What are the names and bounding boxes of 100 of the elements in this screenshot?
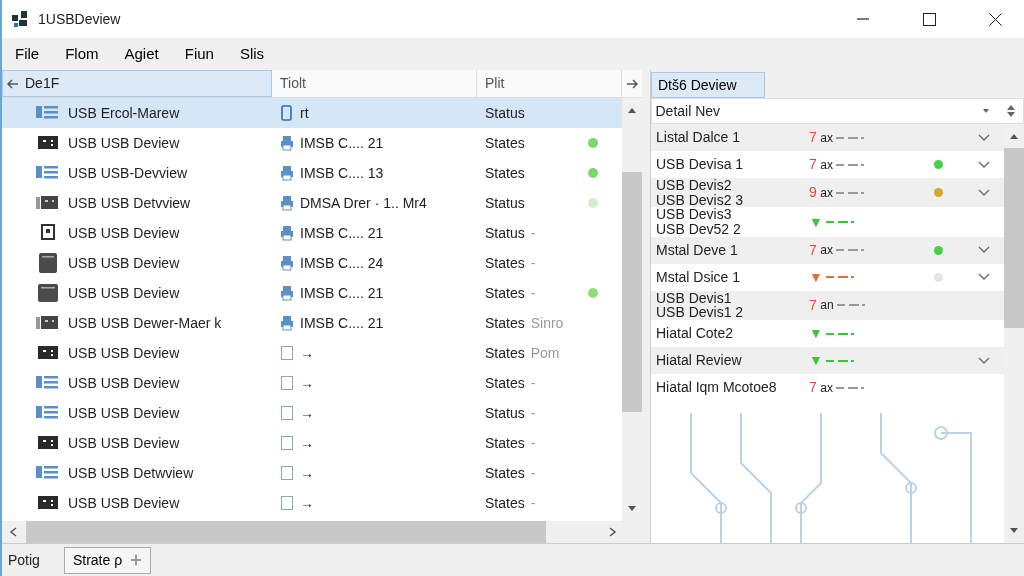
- device-row[interactable]: USB USB Deview IMSB C.... 21 States -: [2, 278, 622, 308]
- printer-icon: [280, 315, 294, 331]
- checkbox-icon: [280, 435, 294, 451]
- checkbox-icon: [280, 405, 294, 421]
- app-icon: [10, 9, 30, 29]
- menu-item[interactable]: Slis: [226, 38, 278, 70]
- device-row[interactable]: USB USB Deview → States Pom: [2, 338, 622, 368]
- trend-drawing: [826, 219, 855, 226]
- menu-item[interactable]: Flom: [52, 38, 112, 70]
- device-row[interactable]: USB USB-Devview IMSB C.... 13 States: [2, 158, 622, 188]
- trend-drawing: [836, 384, 865, 391]
- value-unit: ax: [820, 156, 833, 174]
- status-detail: -: [530, 373, 536, 393]
- detail-row[interactable]: Hiatal Cote2 ▼: [651, 320, 1004, 348]
- column-header[interactable]: De1F: [2, 70, 272, 97]
- device-name: USB USB Dewer-Maer k: [68, 313, 222, 333]
- device-status: States: [485, 343, 525, 363]
- device-row[interactable]: USB USB Detvview DMSA Drer · 1.. Mr4 Status: [2, 188, 622, 218]
- value-mark: 7: [809, 378, 817, 398]
- status-detail: Pom: [530, 343, 560, 363]
- menu-item[interactable]: Agiet: [111, 38, 172, 70]
- trend-drawing: [836, 161, 865, 168]
- device-type: →: [300, 343, 314, 363]
- device-type: →: [300, 493, 314, 513]
- device-status: Status: [485, 403, 525, 423]
- value-mark: ▼: [809, 267, 823, 287]
- detail-name: USB Devis3 USB Dev52 2: [655, 207, 742, 237]
- trend-drawing: [836, 247, 865, 254]
- printer-icon: [280, 165, 294, 181]
- checkbox-icon: [280, 345, 294, 361]
- trend-drawing: [826, 274, 855, 281]
- status-detail: -: [530, 253, 536, 273]
- detail-name: Listal Dalce 1: [655, 130, 742, 145]
- status-text: Potig: [8, 550, 40, 570]
- device-row[interactable]: USB USB Detwview → States -: [2, 458, 622, 488]
- maximize-icon: [922, 12, 936, 26]
- value-mark: 7: [809, 295, 817, 315]
- device-row[interactable]: USB USB Deview → States -: [2, 488, 622, 518]
- chevron-down-icon[interactable]: [978, 246, 990, 255]
- printer-icon: [280, 135, 294, 151]
- status-detail: -: [530, 493, 536, 513]
- device-row[interactable]: USB USB Deview → Status -: [2, 398, 622, 428]
- device-row[interactable]: USB Ercol-Marew rt Status: [2, 98, 622, 128]
- device-name: USB USB Deview: [68, 343, 180, 363]
- device-type: rt: [300, 103, 309, 123]
- checkbox-icon: [280, 495, 294, 511]
- printer-icon: [280, 225, 294, 241]
- panel-tab[interactable]: Dtš6 Deview: [651, 72, 765, 98]
- device-row[interactable]: USB USB Deview → States -: [2, 368, 622, 398]
- detail-row[interactable]: USB Devis1 USB Devis1 2 7 an: [651, 290, 1004, 321]
- device-status: States: [485, 493, 525, 513]
- value-unit: ax: [820, 129, 833, 147]
- detail-name: Hiatal Cote2: [655, 326, 735, 341]
- view-dropdown[interactable]: Detail Nev: [651, 98, 1024, 124]
- scrollbar-thumb[interactable]: [622, 172, 642, 412]
- device-status: Status: [485, 223, 525, 243]
- checkbox-icon: [280, 465, 294, 481]
- device-status: States: [485, 163, 525, 183]
- column-header[interactable]: Plit: [477, 70, 622, 97]
- trend-drawing: [836, 189, 865, 196]
- device-row[interactable]: USB USB Deview IMSB C.... 24 States -: [2, 248, 622, 278]
- device-status: States: [485, 463, 525, 483]
- device-row[interactable]: USB USB Deview IMSB C.... 21 States: [2, 128, 622, 158]
- device-type: IMSB C.... 21: [300, 223, 384, 243]
- value-unit: an: [820, 297, 834, 315]
- device-name: USB USB-Devview: [68, 163, 188, 183]
- status-button[interactable]: Strate ρ: [63, 546, 152, 574]
- value-mark: 7: [809, 240, 817, 260]
- chevron-down-icon[interactable]: [978, 273, 990, 282]
- device-name: USB USB Deview: [68, 283, 180, 303]
- device-type: →: [300, 403, 314, 423]
- value-mark: 7: [809, 128, 817, 147]
- status-detail: -: [530, 283, 536, 303]
- chevron-down-icon[interactable]: [978, 356, 990, 365]
- phone-icon: [280, 105, 294, 121]
- menu-item[interactable]: File: [2, 38, 53, 70]
- device-row[interactable]: USB USB Deview → States -: [2, 428, 622, 458]
- device-type: IMSB C.... 21: [300, 133, 384, 153]
- value-mark: 9: [809, 183, 817, 203]
- detail-name: USB Devis1 USB Devis1 2: [655, 290, 745, 321]
- column-header[interactable]: Tiolt: [272, 70, 477, 97]
- detail-row[interactable]: Hiatal Iqm Mcotoe8 7 ax: [651, 374, 1004, 402]
- detail-row[interactable]: USB Devis3 USB Dev52 2 ▼: [651, 207, 1004, 237]
- detail-name: Hiatal Iqm Mcotoe8: [655, 380, 778, 395]
- device-status: States: [485, 283, 525, 303]
- chevron-down-icon[interactable]: [978, 188, 990, 197]
- trend-drawing: [826, 357, 855, 364]
- chevron-down-icon[interactable]: [978, 133, 990, 142]
- sort-icon[interactable]: [1005, 104, 1017, 118]
- scrollbar-thumb[interactable]: [1004, 148, 1024, 328]
- device-type: →: [300, 463, 314, 483]
- device-row[interactable]: USB USB Deview IMSB C.... 21 Status -: [2, 218, 622, 248]
- menu-item[interactable]: Fiun: [171, 38, 227, 70]
- chevron-down-icon[interactable]: [978, 160, 990, 169]
- device-status: States: [485, 313, 525, 333]
- device-row[interactable]: USB USB Dewer-Maer k IMSB C.... 21 States Sinro: [2, 308, 622, 338]
- device-name: USB USB Detvview: [68, 193, 191, 213]
- scrollbar-thumb[interactable]: [26, 521, 546, 543]
- trend-drawing: [836, 134, 865, 141]
- detail-name: USB Devisa 1: [655, 157, 745, 172]
